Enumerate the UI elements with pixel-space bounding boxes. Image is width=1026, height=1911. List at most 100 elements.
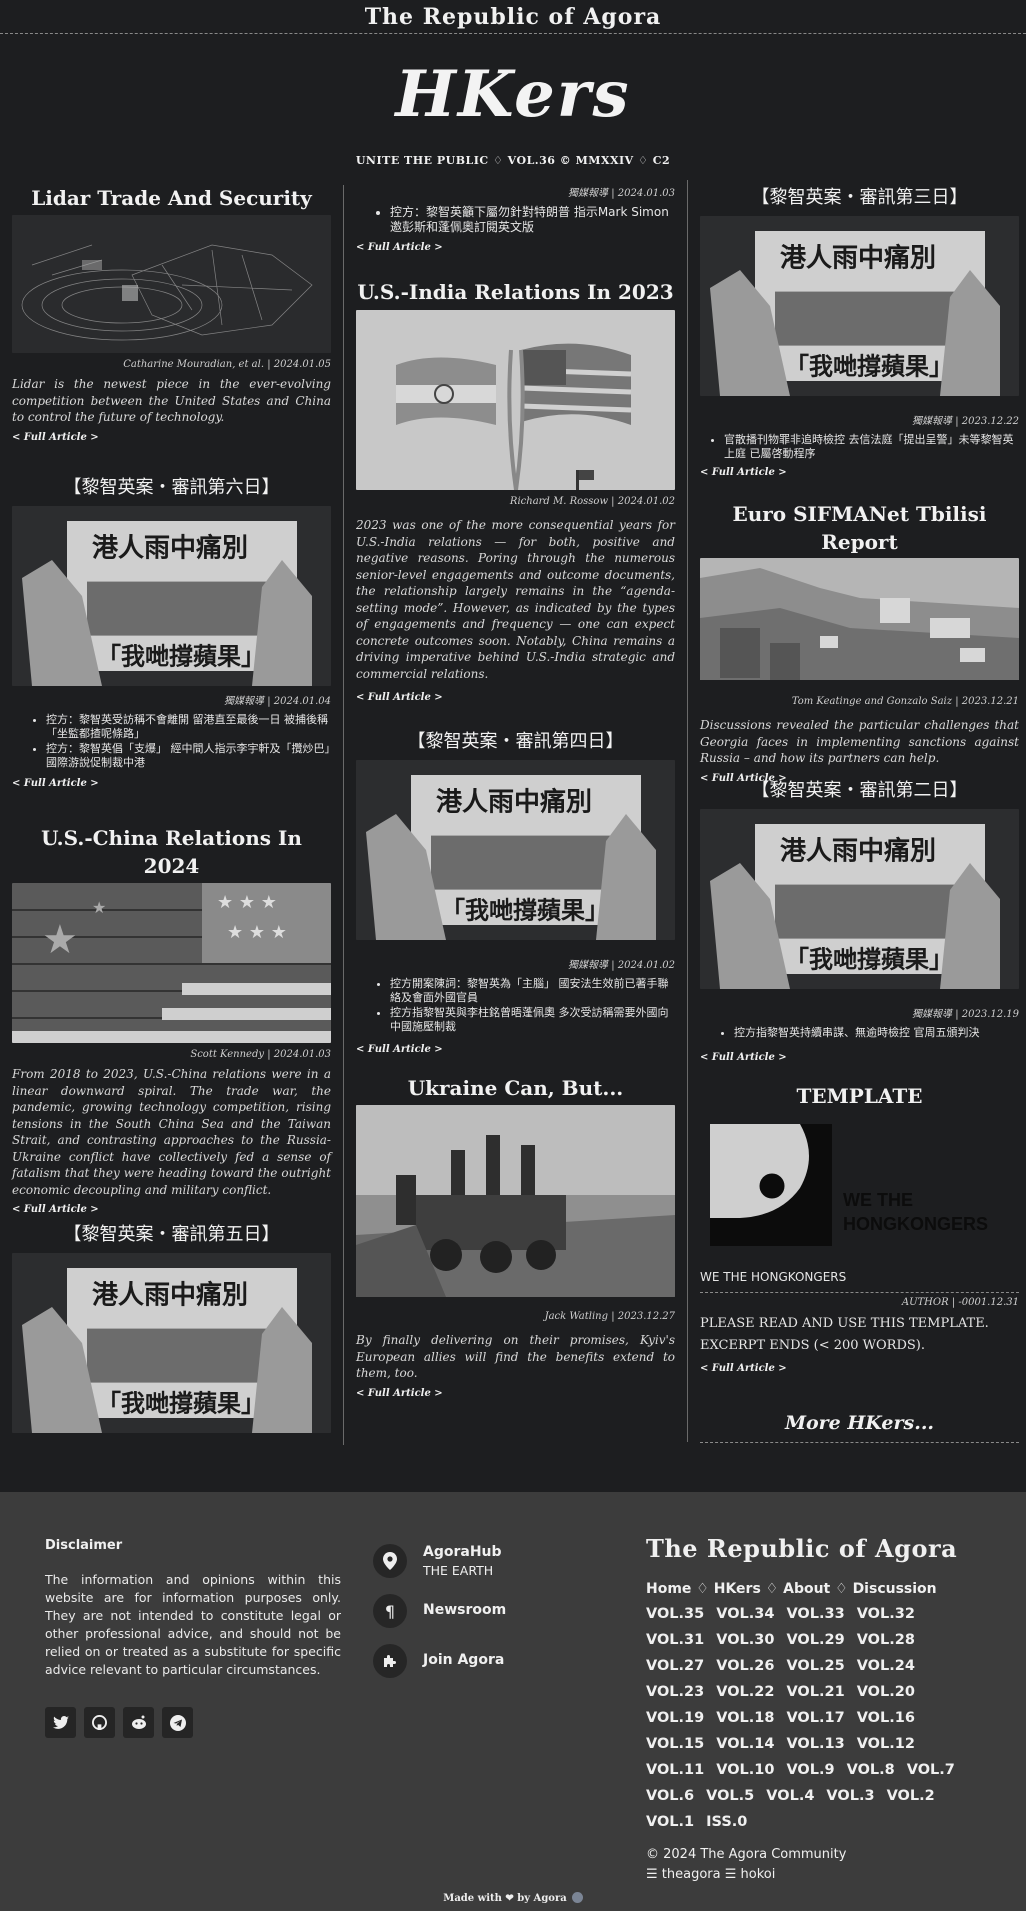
svg-text:港人雨中痛別: 港人雨中痛別: [436, 786, 592, 817]
article-title[interactable]: 【黎智英案・審訊第四日】: [356, 728, 675, 756]
full-article-link[interactable]: < Full Article >: [356, 1044, 675, 1055]
volume-link[interactable]: VOL.2: [887, 1783, 935, 1809]
volume-link[interactable]: VOL.22: [716, 1679, 774, 1705]
nav-home[interactable]: Home: [646, 1581, 691, 1597]
nav-hkers[interactable]: HKers: [714, 1581, 761, 1597]
volume-link[interactable]: VOL.21: [786, 1679, 844, 1705]
article-title[interactable]: Euro SIFMANet Tbilisi Report: [700, 500, 1019, 556]
volume-link[interactable]: VOL.1: [646, 1809, 694, 1835]
svg-text:港人雨中痛別: 港人雨中痛別: [780, 835, 936, 866]
template-line: EXCERPT ENDS (< 200 WORDS).: [700, 1338, 925, 1353]
volume-link[interactable]: VOL.11: [646, 1757, 704, 1783]
volume-link[interactable]: VOL.12: [857, 1731, 915, 1757]
volume-link[interactable]: VOL.3: [826, 1783, 874, 1809]
full-article-link[interactable]: < Full Article >: [356, 242, 675, 253]
more-hkers-link[interactable]: More HKers...: [700, 1412, 1019, 1443]
article-image-tbilisi[interactable]: [700, 558, 1019, 680]
volume-link[interactable]: VOL.18: [716, 1705, 774, 1731]
full-article-link[interactable]: < Full Article >: [700, 467, 1019, 478]
volume-link[interactable]: VOL.27: [646, 1653, 704, 1679]
article-title[interactable]: 【黎智英案・審訊第三日】: [700, 184, 1019, 212]
article-byline: 獨媒報導 | 2023.12.19: [912, 1009, 1019, 1020]
article-excerpt: Lidar is the newest piece in the ever-ev…: [12, 377, 331, 424]
contact-join-agora[interactable]: Join Agora: [373, 1644, 506, 1678]
volume-link[interactable]: VOL.19: [646, 1705, 704, 1731]
volume-link[interactable]: VOL.23: [646, 1679, 704, 1705]
full-article-link[interactable]: < Full Article >: [356, 1388, 675, 1399]
lidar-point-cloud-image: [12, 215, 331, 353]
full-article-link[interactable]: < Full Article >: [12, 1204, 331, 1215]
reddit-icon[interactable]: [123, 1707, 154, 1738]
full-article-link[interactable]: < Full Article >: [356, 692, 675, 703]
volume-link[interactable]: VOL.20: [857, 1679, 915, 1705]
volume-link[interactable]: VOL.14: [716, 1731, 774, 1757]
article-image-usindia[interactable]: [356, 310, 675, 490]
volume-link[interactable]: VOL.26: [716, 1653, 774, 1679]
article-byline: Jack Watling | 2023.12.27: [544, 1311, 675, 1322]
volume-link[interactable]: VOL.4: [766, 1783, 814, 1809]
article-image-newspaper[interactable]: 港人雨中痛別 「我哋撐蘋果」: [700, 216, 1019, 396]
volume-link[interactable]: VOL.13: [786, 1731, 844, 1757]
article-title[interactable]: 【黎智英案・審訊第五日】: [12, 1221, 331, 1249]
article-image-ukraine[interactable]: [356, 1105, 675, 1297]
volume-link[interactable]: VOL.8: [847, 1757, 895, 1783]
volume-link[interactable]: VOL.30: [716, 1627, 774, 1653]
article-excerpt: Discussions revealed the particular chal…: [700, 718, 1019, 765]
article-title[interactable]: Lidar Trade And Security: [12, 184, 331, 212]
volume-link[interactable]: VOL.29: [786, 1627, 844, 1653]
site-name-link[interactable]: The Republic of Agora: [365, 4, 662, 30]
article-title[interactable]: TEMPLATE: [700, 1082, 1019, 1110]
volume-link[interactable]: VOL.34: [716, 1601, 774, 1627]
telegram-icon[interactable]: [162, 1707, 193, 1738]
volume-link[interactable]: VOL.9: [786, 1757, 834, 1783]
footer-nav: Home ♢ HKers ♢ About ♢ Discussion: [646, 1581, 937, 1597]
article-image-newspaper[interactable]: 港人雨中痛別 「我哋撐蘋果」: [700, 809, 1019, 989]
github-icon[interactable]: [84, 1707, 115, 1738]
template-image[interactable]: WE THE HONGKONGERS: [700, 1116, 1019, 1256]
article-image-uschina[interactable]: ★ ★ ★ ★ ★ ★ ★ ★: [12, 883, 331, 1043]
article-template: TEMPLATE WE THE HONGKONGERS WE THE HONGK…: [700, 1082, 1019, 1374]
article-title[interactable]: 【黎智英案・審訊第二日】: [700, 777, 1019, 805]
volume-link[interactable]: VOL.33: [786, 1601, 844, 1627]
article-image-newspaper[interactable]: 港人雨中痛別 「我哋撐蘋果」: [356, 760, 675, 940]
full-article-link[interactable]: < Full Article >: [700, 1363, 1019, 1374]
volume-link[interactable]: VOL.25: [786, 1653, 844, 1679]
article-image-newspaper[interactable]: 港人雨中痛別 「我哋撐蘋果」: [12, 1253, 331, 1433]
article-image-lidar[interactable]: [12, 215, 331, 353]
volume-link[interactable]: VOL.35: [646, 1601, 704, 1627]
full-article-link[interactable]: < Full Article >: [12, 432, 331, 443]
soldiers-vehicle-image: [356, 1105, 675, 1297]
volume-link[interactable]: VOL.28: [857, 1627, 915, 1653]
volume-link[interactable]: VOL.15: [646, 1731, 704, 1757]
contact-newsroom[interactable]: ¶ Newsroom: [373, 1594, 506, 1628]
volume-link[interactable]: VOL.16: [857, 1705, 915, 1731]
twitter-icon[interactable]: [45, 1707, 76, 1738]
full-article-link[interactable]: < Full Article >: [12, 778, 331, 789]
disclaimer-title: Disclaimer: [45, 1538, 123, 1553]
article-byline: Tom Keatinge and Gonzalo Saiz | 2023.12.…: [791, 696, 1019, 707]
volume-link[interactable]: VOL.32: [857, 1601, 915, 1627]
contact-agorahub[interactable]: AgoraHub THE EARTH: [373, 1544, 506, 1578]
volume-link[interactable]: VOL.31: [646, 1627, 704, 1653]
disclaimer-section: Disclaimer The information and opinions …: [45, 1538, 341, 1738]
volume-link[interactable]: VOL.10: [716, 1757, 774, 1783]
article-lidar: Lidar Trade And Security Catharine Moura…: [12, 184, 331, 443]
volume-link[interactable]: VOL.17: [786, 1705, 844, 1731]
social-links: [45, 1707, 341, 1738]
nav-about[interactable]: About: [783, 1581, 830, 1597]
full-article-link[interactable]: < Full Article >: [700, 1052, 1019, 1063]
footer: Disclaimer The information and opinions …: [0, 1492, 1026, 1911]
volume-link[interactable]: VOL.24: [857, 1653, 915, 1679]
volume-link[interactable]: ISS.0: [706, 1809, 747, 1835]
volume-link[interactable]: VOL.6: [646, 1783, 694, 1809]
contact-title: AgoraHub: [423, 1544, 502, 1560]
article-title[interactable]: 【黎智英案・審訊第六日】: [12, 474, 331, 502]
article-image-newspaper[interactable]: 港人雨中痛別 「我哋撐蘋果」: [12, 506, 331, 686]
article-title[interactable]: U.S.-India Relations In 2023: [356, 278, 675, 306]
hkers-logo[interactable]: HKers: [0, 50, 1026, 140]
article-title[interactable]: U.S.-China Relations In 2024: [12, 824, 331, 880]
article-title[interactable]: Ukraine Can, But...: [356, 1074, 675, 1102]
volume-link[interactable]: VOL.7: [907, 1757, 955, 1783]
nav-discussion[interactable]: Discussion: [853, 1581, 937, 1597]
volume-link[interactable]: VOL.5: [706, 1783, 754, 1809]
